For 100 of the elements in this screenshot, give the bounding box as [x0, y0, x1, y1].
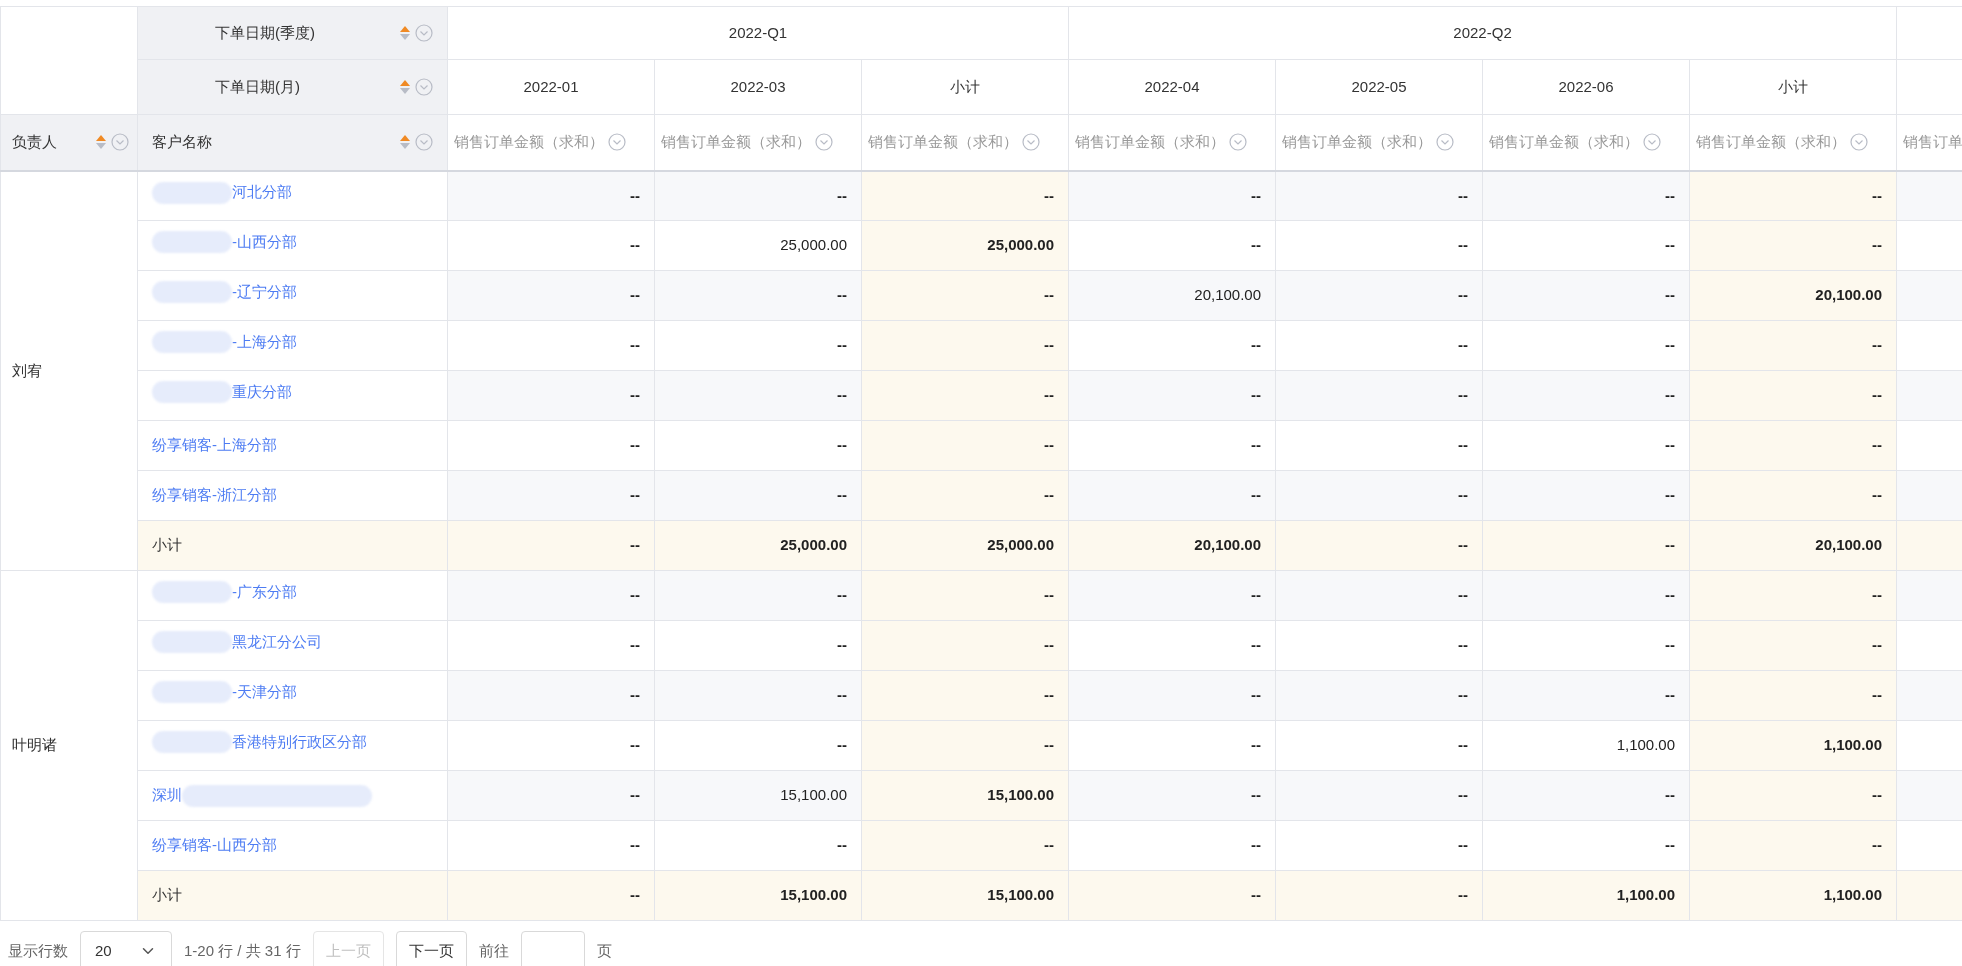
- customer-link[interactable]: -天津分部: [232, 681, 297, 704]
- value-cell: --: [837, 286, 847, 304]
- value-cell: --: [1251, 786, 1262, 804]
- dropdown-icon[interactable]: [415, 78, 433, 96]
- dropdown-icon[interactable]: [415, 24, 433, 42]
- page-unit: 页: [596, 940, 612, 961]
- customer-link[interactable]: 纷享销客-上海分部: [152, 434, 277, 457]
- value-cell: --: [1458, 236, 1469, 254]
- value-cell: 1,100.00: [1616, 736, 1676, 754]
- value-cell: --: [837, 186, 847, 204]
- customer-link[interactable]: -广东分部: [232, 581, 297, 604]
- value-cell: --: [1044, 436, 1055, 454]
- value-cell: --: [1872, 486, 1883, 504]
- value-cell: --: [1251, 236, 1262, 254]
- dropdown-icon[interactable]: [1643, 133, 1662, 152]
- dropdown-icon[interactable]: [1850, 133, 1869, 152]
- month-header: 2022-06: [1558, 77, 1614, 95]
- dropdown-icon[interactable]: [111, 133, 129, 152]
- value-cell: 15,100.00: [780, 786, 847, 804]
- month-header: 2022-05: [1351, 77, 1407, 95]
- value-cell: 20,100.00: [1194, 536, 1262, 554]
- sort-icon[interactable]: [399, 134, 411, 151]
- customer-link[interactable]: 香港特别行政区分部: [232, 731, 367, 754]
- dropdown-icon[interactable]: [415, 133, 433, 152]
- value-cell: --: [1251, 186, 1262, 204]
- rows-label: 显示行数: [8, 940, 68, 961]
- value-cell: --: [1458, 786, 1469, 804]
- dropdown-icon[interactable]: [1022, 133, 1040, 152]
- value-cell: --: [630, 836, 640, 854]
- value-cell: 15,100.00: [987, 886, 1055, 904]
- value-cell: --: [1665, 336, 1676, 354]
- owner-name: 叶明诸: [12, 736, 57, 754]
- value-cell: --: [1044, 736, 1055, 754]
- customer-link[interactable]: 黑龙江分公司: [232, 631, 322, 654]
- measure-header: 销售订单金额（求和）: [868, 132, 1018, 152]
- value-cell: --: [1251, 486, 1262, 504]
- value-cell: 20,100.00: [1194, 286, 1262, 304]
- sort-icon[interactable]: [95, 134, 107, 151]
- dropdown-icon[interactable]: [608, 133, 626, 152]
- customer-link[interactable]: 深圳: [152, 784, 182, 807]
- header-label: 下单日期(月): [215, 76, 301, 97]
- value-cell: --: [1251, 436, 1262, 454]
- value-cell: --: [1251, 686, 1262, 704]
- customer-link[interactable]: 重庆分部: [232, 381, 292, 404]
- customer-link[interactable]: -山西分部: [232, 231, 297, 254]
- value-cell: 25,000.00: [780, 236, 847, 254]
- value-cell: --: [1665, 386, 1676, 404]
- sort-icon[interactable]: [399, 25, 411, 41]
- customer-link[interactable]: 河北分部: [232, 181, 292, 204]
- value-cell: --: [1458, 686, 1469, 704]
- value-cell: 20,100.00: [1815, 286, 1883, 304]
- value-cell: --: [1458, 286, 1469, 304]
- value-cell: --: [630, 636, 640, 654]
- sort-icon[interactable]: [399, 79, 411, 95]
- value-cell: --: [1665, 486, 1676, 504]
- measure-header: 销售订单金额（求和）: [661, 132, 811, 152]
- customer-link[interactable]: -辽宁分部: [232, 281, 297, 304]
- value-cell: --: [1872, 786, 1883, 804]
- value-cell: 15,100.00: [780, 886, 847, 904]
- value-cell: --: [630, 736, 640, 754]
- value-cell: --: [630, 286, 640, 304]
- value-cell: 1,100.00: [1823, 736, 1883, 754]
- page-input[interactable]: [520, 931, 585, 966]
- value-cell: --: [1872, 836, 1883, 854]
- value-cell: --: [1458, 186, 1469, 204]
- value-cell: 1,100.00: [1823, 886, 1883, 904]
- value-cell: --: [837, 686, 847, 704]
- value-cell: --: [1044, 486, 1055, 504]
- customer-link[interactable]: 纷享销客-山西分部: [152, 834, 277, 857]
- dropdown-icon[interactable]: [815, 133, 833, 152]
- customer-link[interactable]: -上海分部: [232, 331, 297, 354]
- value-cell: --: [1044, 336, 1055, 354]
- value-cell: --: [1251, 586, 1262, 604]
- value-cell: --: [1872, 636, 1883, 654]
- value-cell: --: [837, 486, 847, 504]
- value-cell: --: [1665, 436, 1676, 454]
- value-cell: --: [1665, 636, 1676, 654]
- value-cell: --: [1665, 586, 1676, 604]
- value-cell: --: [1665, 836, 1676, 854]
- value-cell: --: [630, 536, 640, 554]
- header-label: 负责人: [12, 132, 58, 152]
- value-cell: --: [1251, 886, 1262, 904]
- value-cell: --: [1872, 686, 1883, 704]
- measure-header: 销售订单金额（求和）: [1075, 132, 1226, 152]
- value-cell: --: [837, 586, 847, 604]
- measure-header: 销售订单金额（求和）: [454, 132, 604, 152]
- value-cell: --: [1458, 536, 1469, 554]
- value-cell: 25,000.00: [987, 236, 1055, 254]
- value-cell: --: [1251, 386, 1262, 404]
- value-cell: --: [1044, 636, 1055, 654]
- value-cell: --: [1665, 286, 1676, 304]
- page-size-select[interactable]: 20: [80, 931, 172, 966]
- customer-link[interactable]: 纷享销客-浙江分部: [152, 484, 277, 507]
- dropdown-icon[interactable]: [1436, 133, 1455, 152]
- month-header: 2022-04: [1144, 77, 1200, 95]
- value-cell: --: [1872, 386, 1883, 404]
- subtotal-label: 小计: [152, 886, 182, 904]
- dropdown-icon[interactable]: [1229, 133, 1248, 152]
- page-button[interactable]: 下一页: [395, 931, 467, 966]
- value-cell: --: [1665, 186, 1676, 204]
